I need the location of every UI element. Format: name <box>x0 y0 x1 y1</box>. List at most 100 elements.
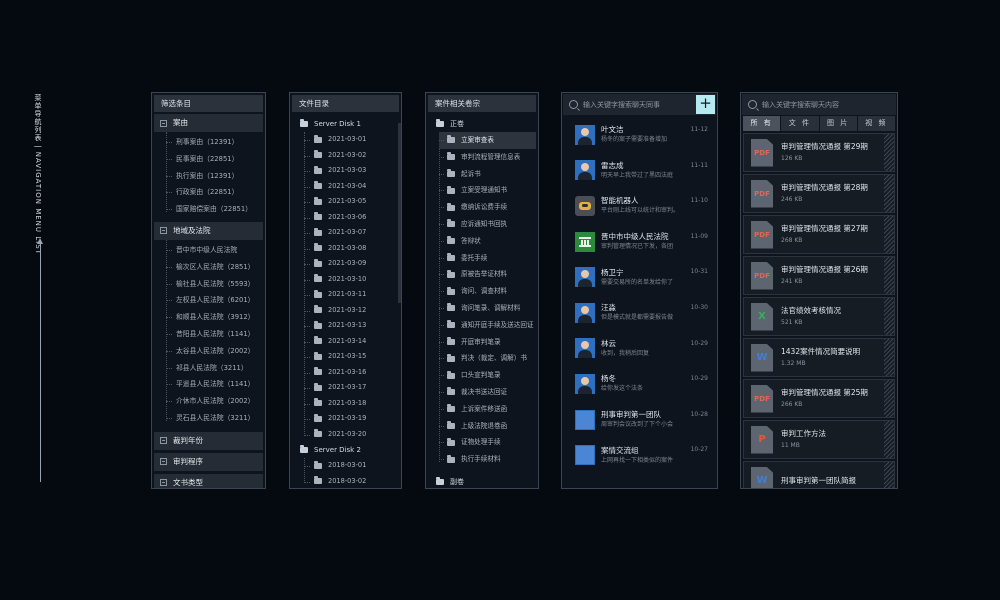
case-document-item[interactable]: 缴纳诉讼费手续 <box>439 199 538 216</box>
case-document-item[interactable]: 上诉案件移送函 <box>439 401 538 418</box>
date-folder[interactable]: 2021-03-04 <box>304 179 401 195</box>
case-document-item[interactable]: 询问、调查材料 <box>439 283 538 300</box>
file-item[interactable]: PDF 审判管理情况通报 第25期 266 KB <box>743 379 895 418</box>
filter-group-header[interactable]: 裁判年份 <box>154 431 263 450</box>
case-document-item[interactable]: 判决（裁定、调解）书 <box>439 350 538 367</box>
file-item[interactable]: PDF 审判管理情况通报 第27期 268 KB <box>743 215 895 254</box>
case-document-item[interactable]: 证物处理手续 <box>439 434 538 451</box>
filter-item-list: 晋中市中级人民法院 榆次区人民法院（2851） 榆社县人民法院（5593） 左权县人民… <box>166 239 265 429</box>
sub-volume-folder[interactable]: 副卷 <box>426 474 538 488</box>
case-document-item[interactable]: 答辩状 <box>439 233 538 250</box>
filter-group-header[interactable]: 地域及法院 <box>154 221 263 240</box>
date-folder[interactable]: 2021-03-10 <box>304 272 401 288</box>
filter-item[interactable]: 灵石县人民法院（3211） <box>166 410 265 427</box>
case-document-item[interactable]: 口头宣判笔录 <box>439 367 538 384</box>
filter-item[interactable]: 平遥县人民法院（1141） <box>166 376 265 393</box>
filter-group-header[interactable]: 案由 <box>154 114 263 132</box>
case-document-item[interactable]: 立案受理通知书 <box>439 182 538 199</box>
filter-item[interactable]: 榆次区人民法院（2851） <box>166 259 265 276</box>
filter-item[interactable]: 榆社县人民法院（5593） <box>166 276 265 293</box>
case-document-item[interactable]: 开庭审判笔录 <box>439 334 538 351</box>
date-folder[interactable]: 2021-03-07 <box>304 225 401 241</box>
contact-item[interactable]: 智能机器人 平台刚上线可以统计和审判。 11-10 <box>562 188 717 224</box>
filter-group-header[interactable]: 文书类型 <box>154 473 263 488</box>
filter-group-label: 文书类型 <box>173 477 203 487</box>
date-folder[interactable]: 2021-03-02 <box>304 148 401 164</box>
filter-group-header[interactable]: 审判程序 <box>154 452 263 471</box>
add-contact-button[interactable]: + <box>696 95 715 114</box>
contact-item[interactable]: 汪淼 但是模式就是都需要报告做 10-30 <box>562 295 717 331</box>
filter-item[interactable]: 行政案由（22851） <box>166 184 265 201</box>
date-folder-label: 2021-03-12 <box>328 305 367 314</box>
tab-file-type[interactable]: 文 件 <box>781 116 819 131</box>
tab-file-type[interactable]: 图 片 <box>819 116 857 131</box>
case-document-item[interactable]: 询问笔录、调解材料 <box>439 300 538 317</box>
filter-item[interactable]: 祁县人民法院（3211） <box>166 360 265 377</box>
date-folder[interactable]: 2021-03-05 <box>304 194 401 210</box>
file-item[interactable]: W 1432案件情况简要说明 1.32 MB <box>743 338 895 377</box>
disk-folder[interactable]: Server Disk 1 <box>290 116 401 132</box>
date-folder[interactable]: 2021-03-09 <box>304 256 401 272</box>
contact-item[interactable]: 刑事审判第一团队 周审判会议改到了下个小会 10-28 <box>562 402 717 438</box>
date-folder[interactable]: 2021-03-18 <box>304 396 401 412</box>
date-folder[interactable]: 2021-03-20 <box>304 427 401 443</box>
tab-file-type[interactable]: 视 频 <box>857 116 895 131</box>
case-document-item[interactable]: 委托手续 <box>439 250 538 267</box>
file-item[interactable]: W 刑事审判第一团队简报 <box>743 461 895 488</box>
date-folder[interactable]: 2018-03-02 <box>304 474 401 489</box>
contact-item[interactable]: 叶文洁 杨冬的案子需要准备增加 11-12 <box>562 117 717 153</box>
case-document-item[interactable]: 审判流程管理信息表 <box>439 149 538 166</box>
date-folder[interactable]: 2021-03-19 <box>304 411 401 427</box>
date-folder[interactable]: 2021-03-03 <box>304 163 401 179</box>
main-volume-folder[interactable]: 正卷 <box>426 116 538 132</box>
contact-search-input[interactable] <box>583 100 693 109</box>
filter-item[interactable]: 民事案由（22851） <box>166 151 265 168</box>
contact-item[interactable]: 杨冬 给你发这个法条 10-29 <box>562 366 717 402</box>
case-document-item[interactable]: 执行手续材料 <box>439 451 538 468</box>
case-document-item[interactable]: 应诉通知书回执 <box>439 216 538 233</box>
case-document-item[interactable]: 通知开庭手续及送达回证 <box>439 317 538 334</box>
case-document-item[interactable]: 原被告举证材料 <box>439 266 538 283</box>
date-folder[interactable]: 2021-03-01 <box>304 132 401 148</box>
date-folder[interactable]: 2021-03-13 <box>304 318 401 334</box>
filter-item[interactable]: 执行案由（12391） <box>166 168 265 185</box>
contact-item[interactable]: 杨卫宁 需要交易所的名单发给你了 10-31 <box>562 259 717 295</box>
date-folder[interactable]: 2021-03-11 <box>304 287 401 303</box>
case-document-item[interactable]: 裁决书送达回证 <box>439 384 538 401</box>
disk-name: Server Disk 1 <box>314 120 361 128</box>
filter-item[interactable]: 刑事案由（12391） <box>166 134 265 151</box>
contact-item[interactable]: 雷志成 明天早上我带过了黑四法庭 11-11 <box>562 153 717 189</box>
date-folder[interactable]: 2021-03-16 <box>304 365 401 381</box>
date-folder[interactable]: 2021-03-17 <box>304 380 401 396</box>
date-folder[interactable]: 2021-03-14 <box>304 334 401 350</box>
date-folder-label: 2021-03-08 <box>328 243 367 252</box>
file-search-input[interactable] <box>762 100 892 109</box>
filter-item[interactable]: 和顺县人民法院（3912） <box>166 309 265 326</box>
filter-item[interactable]: 晋中市中级人民法院 <box>166 242 265 259</box>
file-item[interactable]: PDF 审判管理情况通报 第26期 241 KB <box>743 256 895 295</box>
filter-item[interactable]: 左权县人民法院（6201） <box>166 292 265 309</box>
filter-item[interactable]: 国家赔偿案由（22851） <box>166 201 265 218</box>
case-document-item[interactable]: 立案审查表 <box>439 132 536 149</box>
case-document-item[interactable]: 起诉书 <box>439 166 538 183</box>
date-folder[interactable]: 2018-03-01 <box>304 458 401 474</box>
tab-file-type[interactable]: 所 有 <box>743 116 781 131</box>
disk-folder[interactable]: Server Disk 2 <box>290 442 401 458</box>
date-folder[interactable]: 2021-03-06 <box>304 210 401 226</box>
date-folder[interactable]: 2021-03-12 <box>304 303 401 319</box>
contact-date: 10-28 <box>690 410 708 418</box>
filter-item[interactable]: 太谷县人民法院（2002） <box>166 343 265 360</box>
date-folder[interactable]: 2021-03-08 <box>304 241 401 257</box>
case-document-item[interactable]: 上级法院退卷函 <box>439 418 538 435</box>
file-item[interactable]: X 法官绩效考核情况 521 KB <box>743 297 895 336</box>
contact-item[interactable]: 案情交流组 上网再找一下相类似的案件 10-27 <box>562 437 717 473</box>
file-item[interactable]: PDF 审判管理情况通报 第29期 126 KB <box>743 133 895 172</box>
filter-item[interactable]: 介休市人民法院（2002） <box>166 393 265 410</box>
date-folder[interactable]: 2021-03-15 <box>304 349 401 365</box>
contact-item[interactable]: 林云 收到，我稍后回复 10-29 <box>562 331 717 367</box>
scrollbar[interactable] <box>398 123 401 303</box>
contact-item[interactable]: 晋中市中级人民法院 审判管理情况已下发，各团 11-09 <box>562 224 717 260</box>
filter-item[interactable]: 昔阳县人民法院（1141） <box>166 326 265 343</box>
file-item[interactable]: P 审判工作方法 11 MB <box>743 420 895 459</box>
file-item[interactable]: PDF 审判管理情况通报 第28期 246 KB <box>743 174 895 213</box>
